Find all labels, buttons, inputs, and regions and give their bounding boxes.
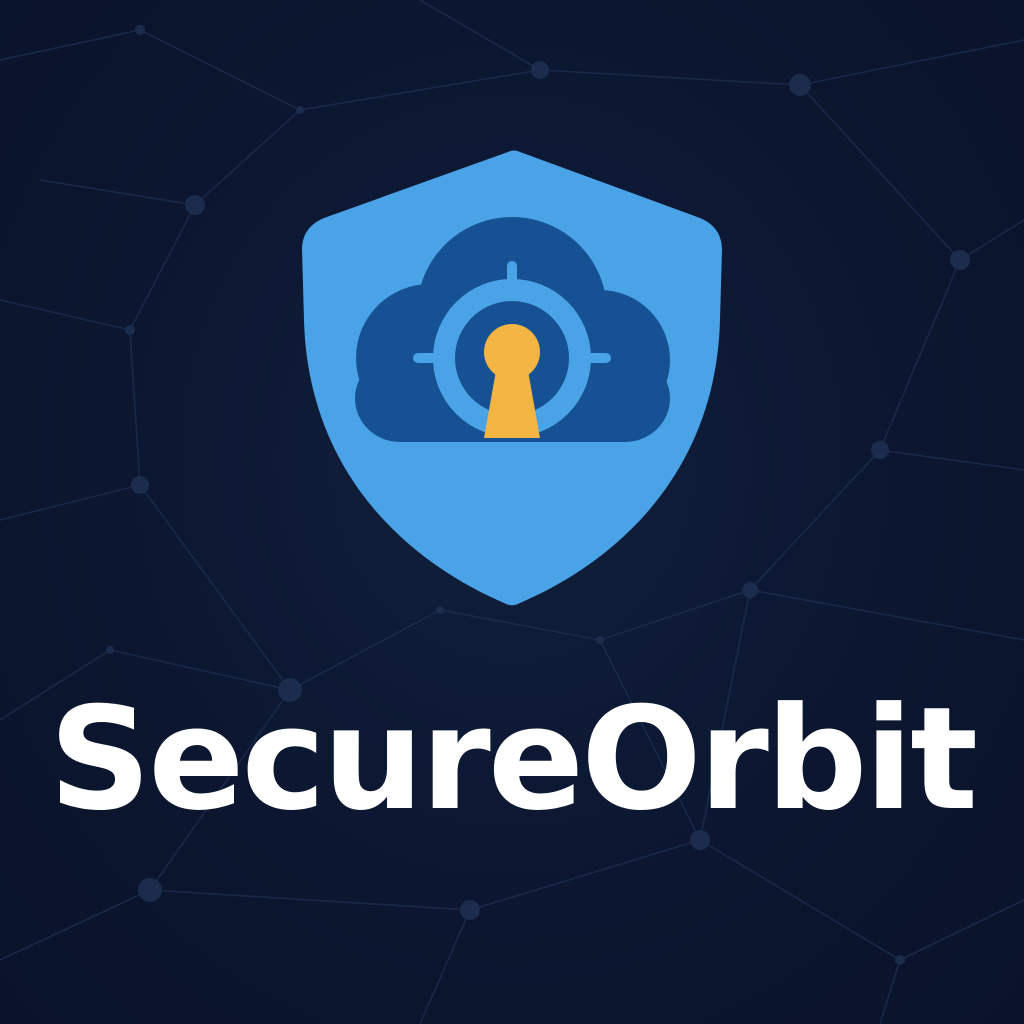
brand-name: SecureOrbit	[48, 677, 978, 842]
logo-canvas: SecureOrbit	[0, 0, 1024, 1024]
shield-cloud-keyhole-icon	[302, 150, 722, 606]
